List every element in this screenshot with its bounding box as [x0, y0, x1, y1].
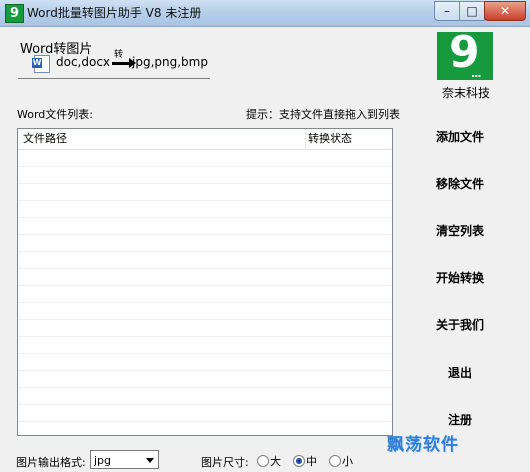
title-bar: 9 Word批量转图片助手 V8 未注册 – □ ✕	[0, 0, 530, 27]
source-formats: doc,docx	[56, 55, 111, 69]
site-watermark: 飘荡软件	[387, 435, 459, 455]
app-icon: 9	[5, 4, 24, 23]
window-title: Word批量转图片助手 V8 未注册	[27, 6, 202, 20]
start-convert-button[interactable]: 开始转换	[420, 266, 500, 290]
company-name: 奈末科技	[441, 86, 490, 100]
format-label: 图片输出格式:	[16, 456, 86, 469]
size-radio-large[interactable]	[257, 455, 269, 467]
column-header-status[interactable]: 转换状态	[308, 129, 392, 150]
conversion-header: Word转图片 doc,docx 转 jpg,png,bmp	[18, 38, 210, 79]
add-file-button[interactable]: 添加文件	[420, 125, 500, 149]
logo-dots: ...	[471, 67, 482, 80]
clear-list-button[interactable]: 清空列表	[420, 219, 500, 243]
close-button[interactable]: ✕	[484, 1, 526, 21]
target-formats: jpg,png,bmp	[132, 55, 208, 69]
remove-file-button[interactable]: 移除文件	[420, 172, 500, 196]
exit-button[interactable]: 退出	[420, 361, 500, 385]
minimize-button[interactable]: –	[434, 1, 460, 21]
drag-hint: 提示：支持文件直接拖入到列表	[246, 108, 400, 121]
column-header-path[interactable]: 文件路径	[18, 129, 308, 150]
size-label-small[interactable]: 小	[342, 453, 353, 469]
register-button[interactable]: 注册	[420, 408, 500, 432]
chevron-down-icon	[146, 458, 154, 463]
about-button[interactable]: 关于我们	[420, 313, 500, 337]
arrow-right-icon	[112, 58, 136, 68]
company-logo: 9 ...	[437, 28, 493, 80]
size-label: 图片尺寸:	[201, 456, 249, 469]
size-radio-medium[interactable]	[293, 455, 305, 467]
maximize-button[interactable]: □	[459, 1, 485, 21]
size-label-medium[interactable]: 中	[306, 453, 317, 469]
file-list-label: Word文件列表:	[17, 108, 93, 121]
size-label-large[interactable]: 大	[270, 453, 281, 469]
file-list-body[interactable]	[18, 150, 392, 435]
format-select-value: jpg	[94, 454, 112, 467]
arrow-label: 转	[114, 50, 124, 60]
word-document-icon	[32, 55, 50, 73]
format-select[interactable]: jpg	[90, 450, 159, 469]
size-radio-small[interactable]	[329, 455, 341, 467]
file-list[interactable]: 文件路径 转换状态	[17, 128, 393, 436]
